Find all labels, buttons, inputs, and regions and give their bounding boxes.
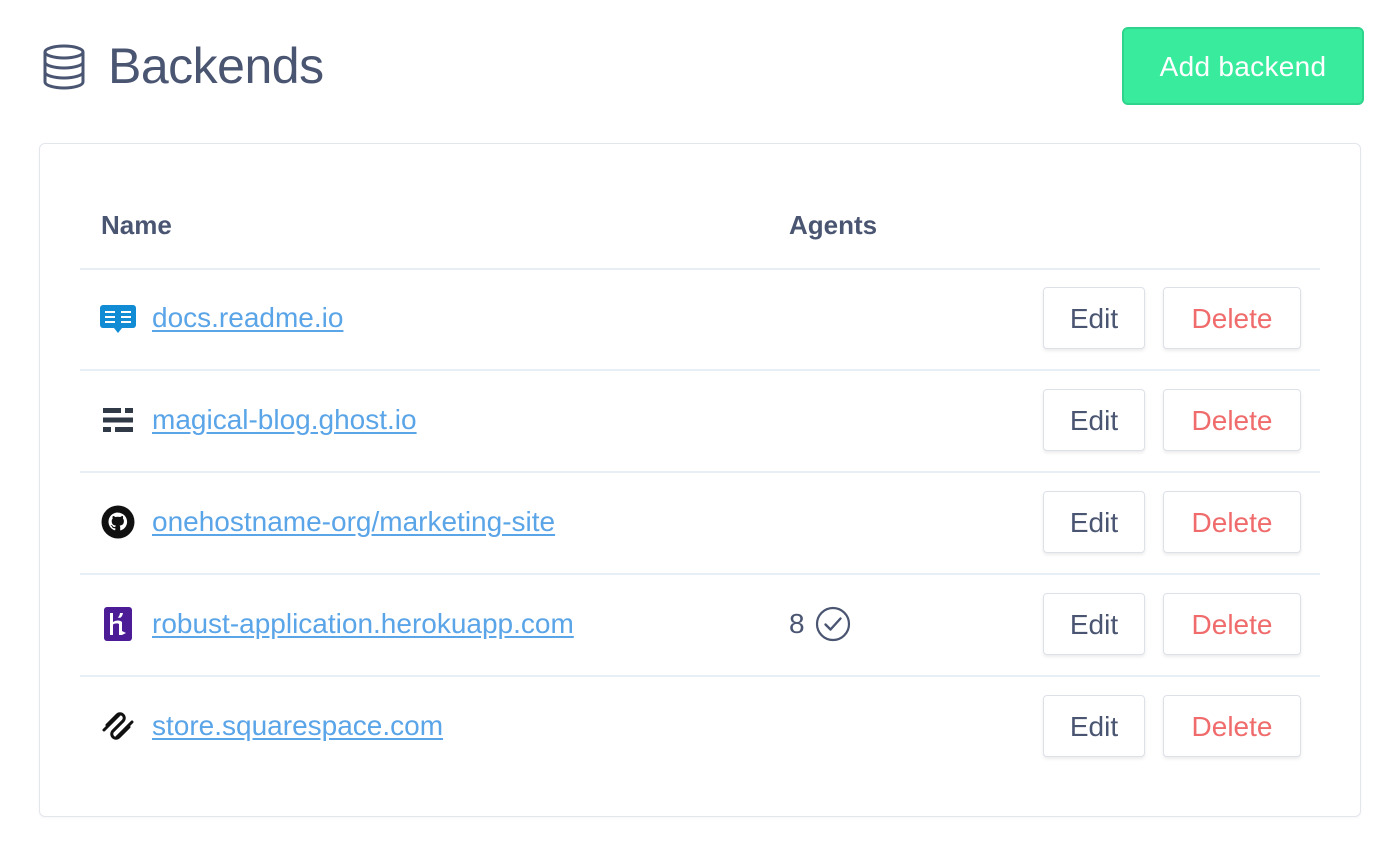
delete-button[interactable]: Delete	[1163, 287, 1301, 349]
column-header-agents: Agents	[789, 210, 878, 240]
backend-link[interactable]: magical-blog.ghost.io	[152, 402, 417, 438]
ghost-icon	[103, 408, 133, 432]
page-header: Backends Add backend	[0, 0, 1392, 130]
table-row: magical-blog.ghost.io Edit Delete	[80, 370, 1320, 473]
add-backend-button[interactable]: Add backend	[1122, 27, 1364, 105]
page-title: Backends	[108, 38, 324, 94]
delete-button[interactable]: Delete	[1163, 389, 1301, 451]
delete-button[interactable]: Delete	[1163, 593, 1301, 655]
edit-button[interactable]: Edit	[1043, 389, 1145, 451]
readme-icon	[100, 305, 136, 333]
squarespace-icon	[102, 712, 134, 740]
backends-card: Name Agents docs.readme.io Edit Delete m…	[39, 143, 1361, 817]
edit-button[interactable]: Edit	[1043, 491, 1145, 553]
column-header-name: Name	[101, 210, 172, 240]
backend-link[interactable]: robust-application.herokuapp.com	[152, 606, 574, 642]
delete-button[interactable]: Delete	[1163, 491, 1301, 553]
agents-count: 8	[789, 608, 805, 639]
backends-page: Backends Add backend Name Agents docs.re…	[0, 0, 1392, 850]
table-row: robust-application.herokuapp.com 8 Edit …	[80, 574, 1320, 677]
backend-link[interactable]: docs.readme.io	[152, 300, 343, 336]
agents-status: 8	[789, 606, 851, 642]
table-row: docs.readme.io Edit Delete	[80, 268, 1320, 371]
backend-link[interactable]: store.squarespace.com	[152, 708, 443, 744]
check-circle-icon	[815, 606, 850, 642]
backend-link[interactable]: onehostname-org/marketing-site	[152, 504, 555, 540]
heroku-icon	[104, 607, 132, 641]
edit-button[interactable]: Edit	[1043, 287, 1145, 349]
table-row: store.squarespace.com Edit Delete	[80, 676, 1320, 777]
table-header: Name Agents	[80, 196, 1320, 270]
database-icon	[43, 44, 85, 90]
edit-button[interactable]: Edit	[1043, 695, 1145, 757]
github-icon	[101, 505, 135, 539]
edit-button[interactable]: Edit	[1043, 593, 1145, 655]
delete-button[interactable]: Delete	[1163, 695, 1301, 757]
table-row: onehostname-org/marketing-site Edit Dele…	[80, 472, 1320, 575]
